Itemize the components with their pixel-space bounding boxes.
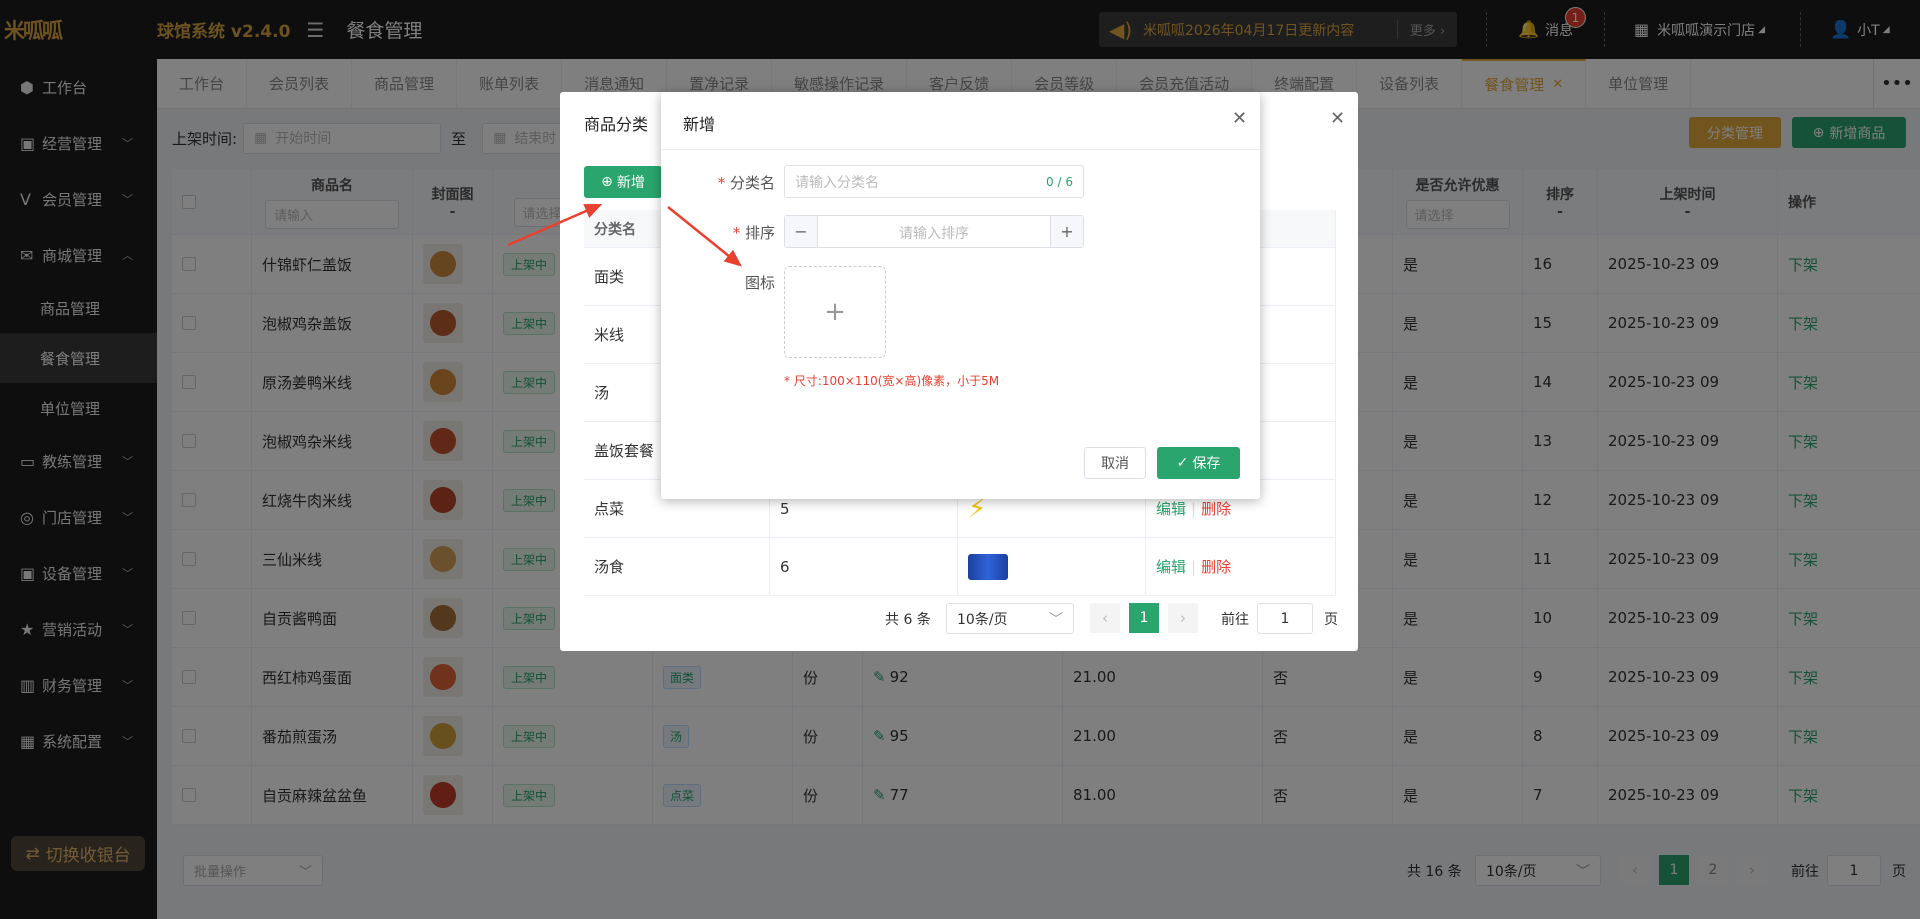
save-button[interactable]: ✓ 保存: [1157, 447, 1240, 479]
page-num: 1: [1139, 610, 1149, 626]
category-name: 面类: [594, 268, 625, 286]
close-icon[interactable]: ✕: [1232, 108, 1247, 129]
edit-link[interactable]: 编辑: [1156, 498, 1186, 519]
label-text: 分类名: [729, 174, 775, 192]
goto-value: 1: [1280, 610, 1290, 627]
table-cell: [958, 538, 1146, 595]
table-cell: 6: [770, 538, 958, 595]
icon-upload[interactable]: +: [784, 266, 886, 358]
divider: [661, 149, 1260, 150]
check-icon: ✓: [1176, 455, 1189, 471]
prev-page-button[interactable]: ‹: [1090, 603, 1120, 633]
category-name-input[interactable]: 请输入分类名 0 / 6: [784, 165, 1084, 198]
category-name: 点菜: [594, 500, 625, 518]
sort-stepper[interactable]: − 请输入排序 +: [784, 215, 1084, 248]
char-counter: 0 / 6: [1046, 174, 1073, 189]
sort-label: * 排序: [695, 222, 775, 243]
placeholder: 请输入分类名: [795, 174, 879, 191]
label-text: 图标: [744, 274, 775, 292]
cancel-button[interactable]: 取消: [1084, 447, 1146, 479]
btn-label: 保存: [1192, 456, 1221, 472]
table-cell: 编辑 | 删除: [1146, 538, 1336, 595]
chevron-down-icon: ﹀: [1049, 611, 1063, 628]
btn-label: 取消: [1101, 456, 1129, 472]
dialog-title: 新增: [683, 115, 716, 134]
add-category-dialog: 新增 ✕ * 分类名 请输入分类名 0 / 6 * 排序 − 请输入排序 + 图…: [661, 92, 1260, 499]
category-new-button[interactable]: ⊕ 新增: [584, 166, 662, 198]
can-icon: [968, 553, 1008, 580]
close-icon[interactable]: ✕: [1330, 108, 1345, 129]
category-name: 汤食: [594, 558, 625, 576]
goto-label: 前往: [1221, 612, 1249, 628]
category-name: 盖饭套餐: [594, 442, 655, 460]
label-text: 排序: [744, 224, 775, 242]
minus-button[interactable]: −: [785, 216, 818, 247]
upload-hint: * 尺寸:100×110(宽×高)像素，小于5M: [784, 374, 1000, 388]
category-name: 米线: [594, 326, 625, 344]
delete-link[interactable]: 删除: [1201, 556, 1231, 577]
placeholder: 请输入排序: [899, 226, 969, 242]
goto-input[interactable]: 1: [1257, 603, 1313, 634]
plus-icon: +: [824, 297, 846, 327]
name-label: * 分类名: [695, 172, 775, 193]
plus-button[interactable]: +: [1050, 216, 1083, 247]
category-sort: 5: [780, 499, 790, 518]
dialog-title: 商品分类: [584, 115, 649, 134]
plus-circle-icon: ⊕: [601, 174, 613, 190]
category-sort: 6: [780, 557, 790, 576]
icon-label: 图标: [695, 272, 775, 293]
btn-label: 新增: [616, 175, 645, 191]
page-1[interactable]: 1: [1129, 603, 1159, 633]
category-name: 汤: [594, 384, 610, 402]
next-page-button[interactable]: ›: [1168, 603, 1198, 633]
page-label: 页: [1324, 612, 1338, 628]
edit-link[interactable]: 编辑: [1156, 556, 1186, 577]
required-mark: *: [732, 224, 745, 242]
col-label: 分类名: [594, 221, 636, 238]
delete-link[interactable]: 删除: [1201, 498, 1231, 519]
table-cell: 汤食: [584, 538, 770, 595]
page-size-select[interactable]: 10条/页 ﹀: [946, 603, 1074, 634]
required-mark: *: [717, 174, 730, 192]
total-count: 共 6 条: [885, 612, 931, 628]
category-row: 汤食 6 编辑 | 删除: [584, 538, 1336, 596]
size-value: 10条/页: [957, 611, 1008, 628]
